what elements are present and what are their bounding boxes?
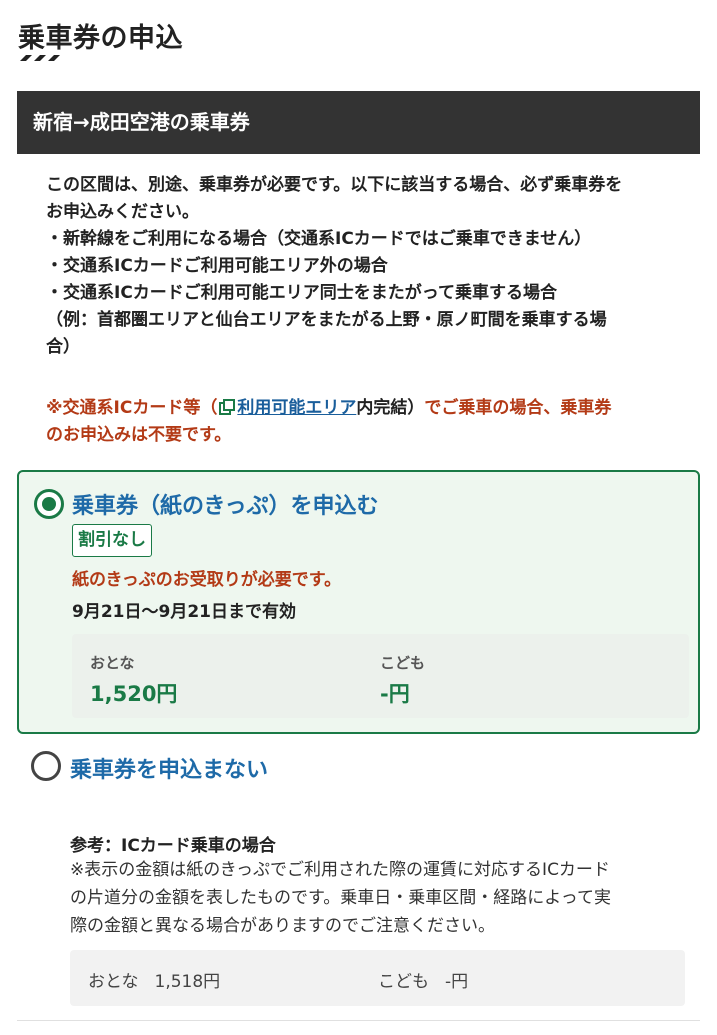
divider xyxy=(17,1020,700,1021)
warning-middle: 内完結） xyxy=(356,398,425,418)
warning-line-2: のお申込みは不要です。 xyxy=(46,425,232,445)
ic-adult-label: おとな xyxy=(88,972,139,992)
warning-suffix: でご乗車の場合、乗車券 xyxy=(424,398,612,418)
reference-line: 際の金額と異なる場合がありますのでご注意ください。 xyxy=(70,916,495,936)
paper-ticket-note: 紙のきっぷのお受取りが必要です。 xyxy=(72,570,342,590)
option-paper-ticket-title[interactable]: 乗車券（紙のきっぷ）を申込む xyxy=(72,488,378,520)
ic-adult: おとな 1,518円 xyxy=(88,967,220,992)
notice-line: 合） xyxy=(46,337,80,357)
ic-adult-price: 1,518円 xyxy=(154,972,221,992)
section-header: 新宿→成田空港の乗車券 xyxy=(17,91,700,154)
warning-prefix: ※交通系ICカード等（ xyxy=(46,398,218,418)
child-label: こども xyxy=(380,654,426,672)
ic-child-label: こども xyxy=(378,972,429,992)
radio-unchecked-icon[interactable] xyxy=(31,751,61,781)
notice-text: この区間は、別途、乗車券が必要です。以下に該当する場合、必ず乗車券を お申込みく… xyxy=(46,172,701,361)
title-decoration xyxy=(20,55,60,61)
adult-label: おとな xyxy=(90,654,135,672)
available-area-link[interactable]: 利用可能エリア xyxy=(237,398,356,418)
notice-line: ・新幹線をご利用になる場合（交通系ICカードではご乗車できません） xyxy=(46,229,592,249)
reference-text: ※表示の金額は紙のきっぷでご利用された際の運賃に対応するICカード の片道分の金… xyxy=(70,856,695,940)
no-discount-badge: 割引なし xyxy=(72,524,152,557)
reference-title: 参考：ICカード乗車の場合 xyxy=(70,836,276,856)
child-price: -円 xyxy=(380,682,410,706)
external-link-icon xyxy=(219,399,236,415)
price-box: おとな 1,520円 こども -円 xyxy=(72,634,689,718)
ic-child: こども -円 xyxy=(378,967,468,992)
reference-line: ※表示の金額は紙のきっぷでご利用された際の運賃に対応するICカード xyxy=(70,860,610,880)
option-paper-ticket[interactable]: 乗車券（紙のきっぷ）を申込む 割引なし 紙のきっぷのお受取りが必要です。 9月2… xyxy=(17,470,700,734)
notice-line: お申込みください。 xyxy=(46,202,199,222)
ic-price-box: おとな 1,518円 こども -円 xyxy=(70,950,685,1006)
validity-period: 9月21日〜9月21日まで有効 xyxy=(72,602,296,622)
notice-line: ・交通系ICカードご利用可能エリア同士をまたがって乗車する場合 xyxy=(46,283,557,303)
notice-line: ・交通系ICカードご利用可能エリア外の場合 xyxy=(46,256,388,276)
notice-line: （例：首都圏エリアと仙台エリアをまたがる上野・原ノ町間を乗車する場 xyxy=(46,310,607,330)
adult-price: 1,520円 xyxy=(90,682,178,706)
option-no-ticket-title[interactable]: 乗車券を申込まない xyxy=(70,752,268,784)
page-title: 乗車券の申込 xyxy=(18,23,183,54)
ic-card-warning: ※交通系ICカード等（ 利用可能エリア内完結）でご乗車の場合、乗車券 のお申込み… xyxy=(46,395,701,449)
ic-child-price: -円 xyxy=(445,972,469,992)
notice-line: この区間は、別途、乗車券が必要です。以下に該当する場合、必ず乗車券を xyxy=(46,175,623,195)
radio-checked-icon[interactable] xyxy=(34,489,64,519)
reference-line: の片道分の金額を表したものです。乗車日・乗車区間・経路によって実 xyxy=(70,888,611,908)
